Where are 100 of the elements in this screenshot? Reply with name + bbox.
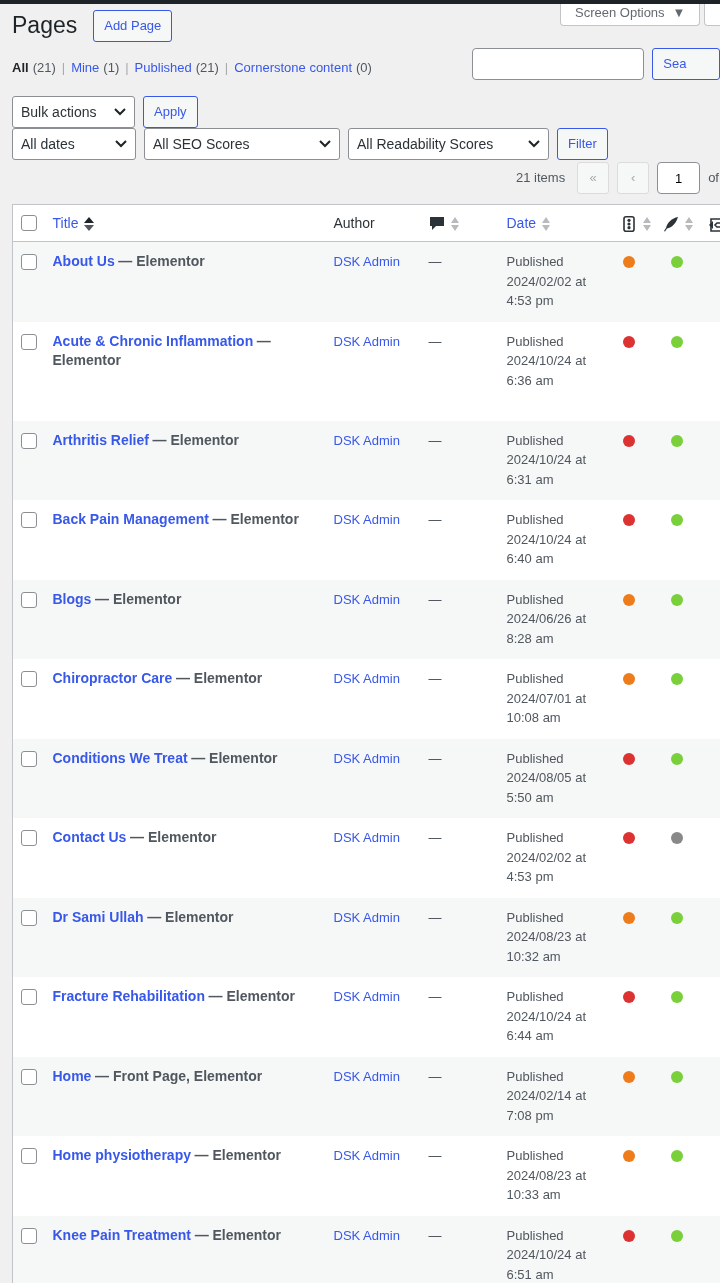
publish-date: 2024/02/14 at 7:08 pm [506, 1087, 588, 1125]
feather-icon[interactable] [662, 215, 679, 232]
separator: | [125, 59, 129, 77]
author-link[interactable]: DSK Admin [333, 432, 400, 448]
page-title-link[interactable]: About Us [52, 253, 115, 269]
page-title-link[interactable]: Conditions We Treat [52, 749, 188, 766]
comment-count: — [428, 432, 442, 448]
publish-date: 2024/02/02 at 4:53 pm [506, 272, 588, 310]
page-title-line: Contact Us — Elementor [52, 828, 218, 847]
author-link[interactable]: DSK Admin [333, 830, 400, 845]
author-link[interactable]: DSK Admin [333, 1148, 400, 1163]
comment-count: — [428, 1227, 442, 1243]
comment-count: — [428, 989, 442, 1004]
separator: | [61, 59, 66, 77]
view-count: (1) [103, 59, 120, 77]
view-filter-link[interactable]: Mine [71, 58, 100, 78]
search-button[interactable]: Sea [652, 48, 720, 80]
author-link[interactable]: DSK Admin [333, 591, 400, 607]
page-title-link[interactable]: Contact Us [52, 829, 127, 845]
publish-date: 2024/10/24 at 6:51 am [506, 1246, 588, 1283]
publish-date: 2024/10/24 at 6:36 am [506, 352, 588, 390]
publish-date: 2024/10/24 at 6:44 am [506, 1007, 588, 1045]
view-count: (0) [356, 59, 372, 77]
author-link[interactable]: DSK Admin [333, 333, 400, 349]
traffic-light-icon[interactable] [620, 215, 637, 232]
comment-count: — [428, 591, 442, 607]
comment-count: — [428, 671, 442, 686]
page-title: Pages [12, 12, 78, 40]
row-checkbox[interactable] [21, 1068, 37, 1085]
author-link[interactable]: DSK Admin [333, 989, 400, 1004]
page-title-link[interactable]: Arthritis Relief [52, 431, 149, 448]
page-total: of [708, 169, 719, 188]
publish-date: 2024/08/23 at 10:33 am [506, 1166, 588, 1204]
row-checkbox[interactable] [21, 432, 37, 449]
bulk-actions-dropdown[interactable]: Bulk actions [12, 96, 135, 128]
view-filter-link[interactable]: Published [134, 58, 192, 78]
post-status: Published [506, 1147, 565, 1165]
page-title-link[interactable]: Blogs [52, 590, 92, 607]
comment-count: — [428, 1148, 442, 1163]
filter-dropdown[interactable]: All Readability Scores [348, 128, 549, 160]
separator: | [224, 59, 229, 77]
page-title-line: Knee Pain Treatment — Elementor [52, 1225, 282, 1245]
page-title-line: Home — Front Page, Elementor [52, 1066, 264, 1086]
page-title-line: Home physiotherapy — Elementor [52, 1146, 282, 1165]
filter-dropdown[interactable]: All dates [12, 128, 136, 160]
page-title-link[interactable]: Knee Pain Treatment [52, 1226, 191, 1243]
column-header-link[interactable]: Title [52, 214, 79, 231]
row-checkbox[interactable] [21, 512, 37, 528]
speech-bubble-icon[interactable] [428, 215, 445, 232]
row-checkbox[interactable] [21, 333, 37, 350]
row-checkbox[interactable] [21, 909, 37, 926]
page-number-field[interactable]: 1 [657, 162, 701, 194]
comment-count: — [428, 333, 442, 349]
add-page-button[interactable]: Add Page [93, 10, 173, 42]
row-checkbox[interactable] [21, 671, 37, 687]
author-link[interactable]: DSK Admin [333, 1068, 400, 1084]
row-checkbox[interactable] [21, 989, 37, 1005]
screen-options-tab[interactable]: Screen Options ▼ [560, 4, 701, 26]
column-header-link[interactable]: Date [506, 214, 537, 231]
page-title-link[interactable]: Home [52, 1067, 92, 1084]
author-link[interactable]: DSK Admin [333, 512, 400, 527]
select-all-checkbox[interactable] [21, 215, 37, 231]
filter-dropdown[interactable]: All SEO Scores [144, 128, 340, 160]
links-icon[interactable] [707, 215, 720, 232]
page-title-link[interactable]: Chiropractor Care [52, 670, 173, 686]
page-title-link[interactable]: Dr Sami Ullah [52, 908, 144, 925]
author-link[interactable]: DSK Admin [333, 909, 400, 925]
row-checkbox[interactable] [21, 830, 37, 846]
post-status: Published [506, 1067, 565, 1086]
author-link[interactable]: DSK Admin [333, 671, 400, 686]
sort-arrows-icon[interactable] [84, 215, 95, 232]
page-title-link[interactable]: Home physiotherapy [52, 1147, 191, 1163]
search-field[interactable] [472, 48, 645, 80]
view-count: (21) [195, 59, 219, 77]
page-title-link[interactable]: Fracture Rehabilitation [52, 988, 205, 1004]
view-filter-link[interactable]: Cornerstone content [234, 58, 353, 78]
apply-button[interactable]: Apply [143, 96, 198, 128]
page-title-line: Chiropractor Care — Elementor [52, 669, 264, 688]
page-title-line: Arthritis Relief — Elementor [52, 430, 240, 450]
row-checkbox[interactable] [21, 254, 37, 270]
row-checkbox[interactable] [21, 591, 37, 608]
page-title-line: Conditions We Treat — Elementor [52, 748, 279, 768]
comment-count: — [428, 254, 442, 269]
author-link[interactable]: DSK Admin [333, 254, 400, 269]
post-status: Published [506, 670, 565, 688]
view-count: (21) [32, 59, 56, 77]
column-header: Author [333, 214, 375, 231]
page-title-link[interactable]: Acute & Chronic Inflammation [52, 332, 254, 349]
author-link[interactable]: DSK Admin [333, 1227, 400, 1243]
publish-date: 2024/10/24 at 6:31 am [506, 451, 588, 489]
author-link[interactable]: DSK Admin [333, 750, 400, 766]
chevron-down-icon [528, 140, 540, 148]
row-checkbox[interactable] [21, 1227, 37, 1244]
view-filter-link[interactable]: All [12, 58, 29, 78]
page-title-link[interactable]: Back Pain Management [52, 511, 209, 527]
row-checkbox[interactable] [21, 1148, 37, 1164]
post-status: Published [506, 253, 565, 271]
publish-date: 2024/08/05 at 5:50 am [506, 769, 588, 807]
row-checkbox[interactable] [21, 750, 37, 767]
filter-button[interactable]: Filter [557, 128, 608, 160]
